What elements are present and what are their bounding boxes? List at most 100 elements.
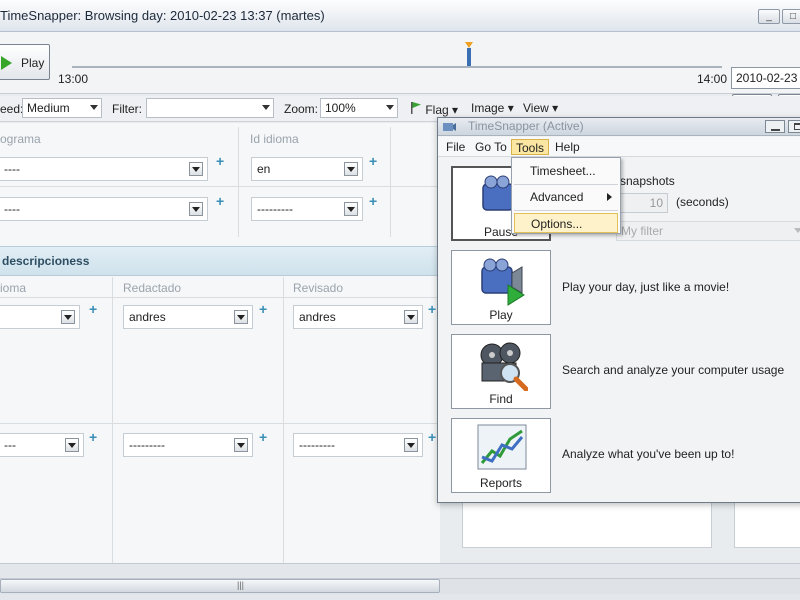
- main-title-bar: TimeSnapper: Browsing day: 2010-02-23 13…: [0, 0, 800, 32]
- add-redactado-button[interactable]: +: [259, 301, 267, 317]
- chevron-down-icon: [344, 162, 358, 176]
- reports-description: Analyze what you've been up to!: [562, 447, 735, 461]
- play-description: Play your day, just like a movie!: [562, 280, 730, 294]
- menu-separator: [514, 184, 618, 185]
- play-button-label: Play: [21, 56, 45, 70]
- playback-bar: Play 13:00 14:00 2010-02-23 << >: [0, 32, 800, 118]
- revisado-value: andres: [299, 310, 336, 324]
- add-idioma-button[interactable]: +: [89, 301, 97, 317]
- menu-help[interactable]: Help: [551, 139, 584, 155]
- app-icon: [443, 123, 456, 131]
- chevron-right-icon: [607, 193, 612, 201]
- timeline-start-time: 13:00: [58, 72, 89, 86]
- chevron-down-icon: [65, 438, 79, 452]
- chevron-down-icon: [344, 202, 358, 216]
- programa-value: ----: [4, 202, 20, 216]
- view-menu[interactable]: View ▾: [523, 101, 558, 115]
- maximize-button[interactable]: □: [782, 9, 800, 24]
- menu-item-label: Options...: [531, 217, 583, 231]
- chevron-down-icon: [189, 202, 203, 216]
- scrollbar-thumb[interactable]: |||: [0, 579, 440, 593]
- column-divider: [390, 127, 391, 237]
- idioma-select-row1[interactable]: en: [251, 157, 363, 181]
- image-menu[interactable]: Image ▾: [471, 101, 514, 115]
- descripciones-grid: ioma Redactado Revisado + andres + andre…: [0, 277, 440, 563]
- flag-menu[interactable]: Flag ▾: [410, 101, 458, 117]
- timeline-track[interactable]: [72, 66, 722, 68]
- date-field[interactable]: 2010-02-23: [731, 67, 800, 89]
- menu-item-label: Timesheet...: [530, 164, 596, 178]
- scroll-grip-icon: |||: [237, 580, 245, 590]
- menu-goto[interactable]: Go To: [471, 139, 511, 155]
- speed-select[interactable]: Medium: [22, 98, 102, 118]
- add-revisado-button[interactable]: +: [428, 429, 436, 445]
- row-divider: [0, 186, 440, 187]
- film-search-icon: [480, 342, 528, 391]
- chevron-down-icon: [90, 105, 98, 110]
- row-divider: [0, 297, 440, 298]
- revisado-select-row3[interactable]: andres: [293, 305, 423, 329]
- minimize-button[interactable]: _: [758, 9, 780, 24]
- play-icon: [1, 56, 12, 70]
- idioma-select-row4[interactable]: ---: [0, 433, 84, 457]
- play-big-button[interactable]: Play: [451, 250, 551, 325]
- redactado-select-row3[interactable]: andres: [123, 305, 253, 329]
- play-button[interactable]: Play: [0, 44, 50, 80]
- filter-label: Filter:: [112, 102, 142, 116]
- menu-item-options[interactable]: Options...: [514, 213, 618, 233]
- redactado-select-row4[interactable]: ---------: [123, 433, 253, 457]
- seconds-text: (seconds): [676, 195, 729, 209]
- add-programa-button[interactable]: +: [216, 153, 224, 169]
- revisado-value: ---------: [299, 438, 335, 452]
- menu-item-advanced[interactable]: Advanced: [514, 187, 618, 207]
- filter-select[interactable]: My filter: [616, 221, 800, 241]
- menu-tools[interactable]: Tools: [511, 139, 550, 155]
- column-header-revisado: Revisado: [293, 281, 344, 295]
- timeline-marker-icon[interactable]: [465, 42, 473, 66]
- view-label: View: [523, 101, 549, 115]
- find-button-label: Find: [489, 392, 513, 406]
- revisado-select-row4[interactable]: ---------: [293, 433, 423, 457]
- idioma-select-row2[interactable]: ---------: [251, 197, 363, 221]
- add-revisado-button[interactable]: +: [428, 301, 436, 317]
- speed-value: Medium: [27, 101, 70, 115]
- chevron-down-icon: [794, 228, 800, 233]
- programa-value: ----: [4, 162, 20, 176]
- programa-select-row1[interactable]: ----: [0, 157, 208, 181]
- minimize-icon: _: [766, 11, 772, 22]
- column-header-programa: ograma: [0, 132, 41, 146]
- column-divider: [112, 277, 113, 563]
- timeline-end-time: 14:00: [697, 72, 728, 86]
- right-text-panel-2[interactable]: [734, 500, 800, 548]
- timesnapper-title: TimeSnapper (Active): [468, 119, 584, 133]
- chevron-down-icon: [404, 310, 418, 324]
- add-idioma-button[interactable]: +: [369, 153, 377, 169]
- menu-separator: [514, 210, 618, 211]
- filter-select[interactable]: [146, 98, 274, 118]
- zoom-select[interactable]: 100%: [320, 98, 398, 118]
- window-title: TimeSnapper: Browsing day: 2010-02-23 13…: [0, 8, 325, 23]
- idioma-value: ---------: [257, 202, 293, 216]
- programa-select-row2[interactable]: ----: [0, 197, 208, 221]
- flag-icon: [411, 102, 421, 114]
- add-programa-button[interactable]: +: [216, 193, 224, 209]
- section-title: descripcioness: [2, 254, 90, 268]
- chevron-down-icon: [404, 438, 418, 452]
- add-redactado-button[interactable]: +: [259, 429, 267, 445]
- minimize-button[interactable]: [765, 120, 785, 133]
- redactado-value: andres: [129, 310, 166, 324]
- menu-file[interactable]: File: [442, 139, 469, 155]
- add-idioma-button[interactable]: +: [369, 193, 377, 209]
- flag-label: Flag: [425, 103, 449, 117]
- tools-dropdown-menu: Timesheet... Advanced Options...: [511, 157, 621, 234]
- filter-placeholder: My filter: [621, 224, 663, 238]
- chevron-down-icon: [234, 310, 248, 324]
- reports-button[interactable]: Reports: [451, 418, 551, 493]
- maximize-button[interactable]: [788, 120, 800, 133]
- find-button[interactable]: Find: [451, 334, 551, 409]
- interval-input[interactable]: 10: [616, 193, 668, 213]
- menu-item-timesheet[interactable]: Timesheet...: [514, 161, 618, 181]
- right-text-panel[interactable]: [462, 500, 712, 548]
- idioma-select-row3[interactable]: [0, 305, 80, 329]
- add-idioma-button[interactable]: +: [89, 429, 97, 445]
